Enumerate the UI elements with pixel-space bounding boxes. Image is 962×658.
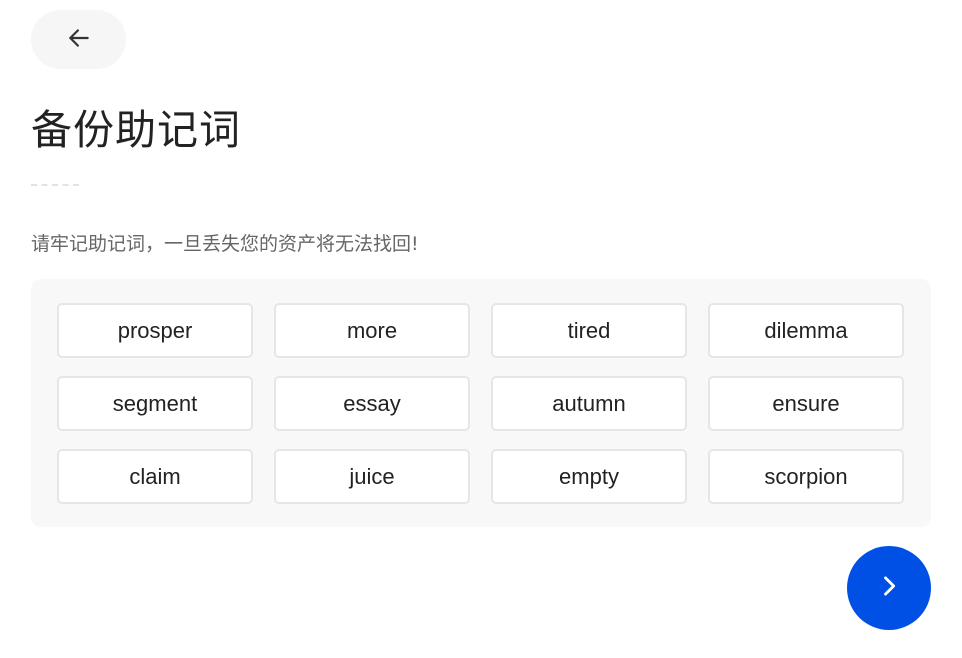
title-divider [31, 184, 79, 186]
chevron-right-icon [875, 572, 903, 604]
page-title: 备份助记词 [31, 106, 241, 154]
mnemonic-word: claim [57, 449, 253, 504]
next-button[interactable] [847, 546, 931, 630]
mnemonic-word: prosper [57, 303, 253, 358]
mnemonic-word: tired [491, 303, 687, 358]
mnemonic-word: ensure [708, 376, 904, 431]
mnemonic-word: juice [274, 449, 470, 504]
mnemonic-word: empty [491, 449, 687, 504]
warning-text: 请牢记助记词，一旦丢失您的资产将无法找回! [31, 233, 419, 255]
mnemonic-word: essay [274, 376, 470, 431]
mnemonic-word: autumn [491, 376, 687, 431]
mnemonic-word: more [274, 303, 470, 358]
mnemonic-word: scorpion [708, 449, 904, 504]
back-button[interactable] [31, 10, 126, 69]
mnemonic-word-grid: prosper more tired dilemma segment essay… [57, 303, 904, 504]
mnemonic-panel: prosper more tired dilemma segment essay… [31, 279, 931, 527]
arrow-left-icon [66, 25, 92, 55]
mnemonic-word: segment [57, 376, 253, 431]
mnemonic-word: dilemma [708, 303, 904, 358]
